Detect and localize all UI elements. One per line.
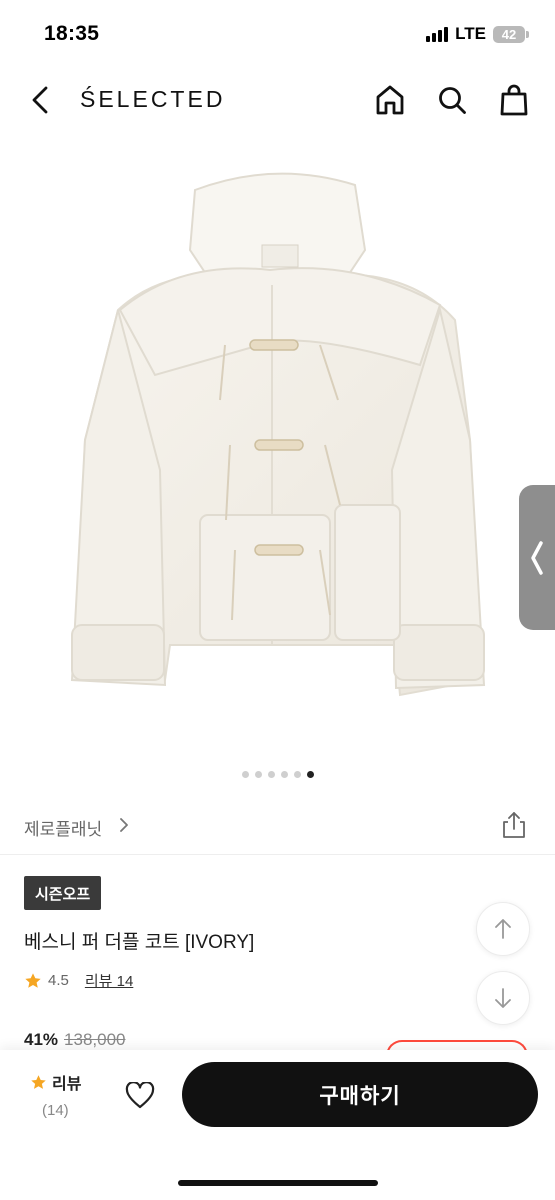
cart-button[interactable]: [494, 80, 534, 120]
status-time: 18:35: [44, 22, 100, 45]
battery-icon: 42: [493, 25, 529, 43]
coat-image: [70, 172, 486, 697]
search-icon: [439, 87, 466, 114]
pagination-dot[interactable]: [280, 771, 288, 778]
review-link[interactable]: 리뷰 14: [85, 970, 133, 991]
buy-button[interactable]: 구매하기: [182, 1062, 538, 1127]
status-bar: 18:35 LTE 42: [0, 0, 555, 70]
network-label: LTE: [455, 24, 486, 43]
bottom-purchase-bar: 리뷰 (14) 구매하기: [0, 1050, 555, 1200]
signal-icon: [426, 26, 449, 42]
product-title: 베스니 퍼 더플 코트 [IVORY]: [24, 932, 255, 953]
pagination-dot[interactable]: [267, 771, 275, 778]
pagination-dot[interactable]: [293, 771, 301, 778]
back-button[interactable]: [20, 80, 60, 120]
rating-value: 4.5: [48, 972, 69, 989]
search-button[interactable]: [432, 80, 472, 120]
product-image[interactable]: [0, 140, 555, 780]
discount-rate: 41%: [24, 1030, 59, 1049]
season-off-badge: 시즌오프: [24, 876, 102, 910]
top-nav-bar: ŚELECTED: [0, 70, 555, 130]
price-row: 41% 138,000: [24, 1030, 125, 1050]
pagination-dot[interactable]: [241, 771, 249, 778]
back-icon: [32, 86, 48, 114]
share-icon[interactable]: [499, 810, 529, 840]
pagination-dot[interactable]: [254, 771, 262, 778]
chevron-left-icon: [531, 540, 543, 575]
pagination-dot-active[interactable]: [306, 771, 314, 778]
home-icon: [376, 85, 404, 115]
gallery-pagination: [0, 771, 555, 778]
scroll-up-button[interactable]: [476, 902, 530, 956]
arrow-up-icon: [495, 919, 511, 939]
rating-row: 4.5 리뷰 14: [24, 970, 133, 991]
review-summary[interactable]: 리뷰 (14): [30, 1070, 100, 1119]
chevron-right-icon: [120, 818, 128, 832]
home-button[interactable]: [370, 80, 410, 120]
review-count: (14): [42, 1102, 69, 1119]
review-label: 리뷰: [52, 1076, 82, 1093]
brand-row[interactable]: 제로플래닛: [0, 800, 555, 855]
home-indicator: [178, 1180, 378, 1186]
shopping-bag-icon: [500, 84, 528, 116]
original-price: 138,000: [64, 1030, 126, 1049]
star-icon: [25, 972, 41, 988]
side-panel-tab[interactable]: [519, 485, 555, 630]
status-indicators: LTE 42: [426, 24, 529, 44]
brand-name[interactable]: 제로플래닛: [24, 815, 102, 840]
scroll-down-button[interactable]: [476, 971, 530, 1025]
heart-icon: [125, 1082, 155, 1109]
star-icon: [31, 1074, 46, 1089]
brand-logo[interactable]: ŚELECTED: [80, 86, 225, 113]
wishlist-button[interactable]: [120, 1076, 160, 1116]
battery-level: 42: [501, 26, 517, 42]
arrow-down-icon: [495, 988, 511, 1008]
